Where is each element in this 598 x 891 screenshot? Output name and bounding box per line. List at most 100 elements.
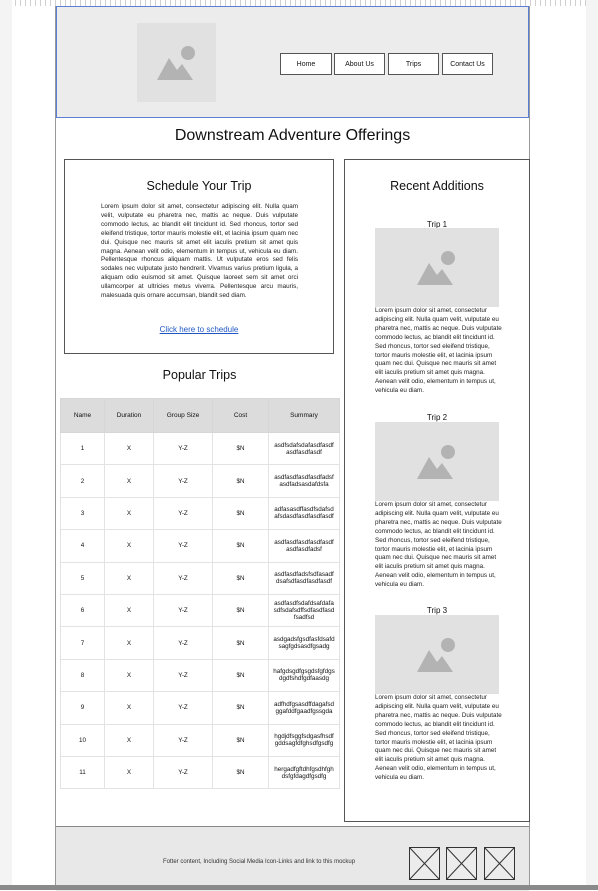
nav-trips[interactable]: Trips xyxy=(388,53,439,75)
column-header: Cost xyxy=(212,398,269,433)
cell-duration: X xyxy=(104,431,154,466)
cell-duration: X xyxy=(104,626,154,660)
column-header: Summary xyxy=(268,398,340,433)
table-row: 1 X Y-Z $N asdfsdafsdafasdfasdfasdfasdfasdf xyxy=(60,431,340,466)
cell-name: 11 xyxy=(60,755,105,790)
image-icon xyxy=(417,250,455,285)
cell-group: Y-Z xyxy=(153,723,213,757)
nav-about-us[interactable]: About Us xyxy=(334,53,385,75)
cell-group: Y-Z xyxy=(153,691,213,725)
schedule-link[interactable]: Click here to schedule xyxy=(65,325,333,334)
cell-group: Y-Z xyxy=(153,755,213,790)
cell-summary: asdfasdfadsfsdfasadfdsafsdfasdfasdfasdf xyxy=(268,561,340,595)
image-icon xyxy=(417,637,455,672)
column-header: Group Size xyxy=(153,398,213,433)
cell-summary: asdfasdfsdafdsafdafasdfsdafsdffsdfasdfas… xyxy=(268,593,340,628)
page-frame: Home About Us Trips Contact Us Downstrea… xyxy=(55,6,530,891)
cell-name: 3 xyxy=(60,496,105,531)
cell-group: Y-Z xyxy=(153,593,213,628)
trip-1-image xyxy=(375,228,499,307)
cell-cost: $N xyxy=(212,658,269,693)
table-row: 7 X Y-Z $N asdgadsfgsdfasfdsafdsagfgdsasdfgs… xyxy=(60,626,340,660)
cell-duration: X xyxy=(104,561,154,595)
column-header: Duration xyxy=(104,398,154,433)
cell-duration: X xyxy=(104,691,154,725)
cell-summary: hafgdsgdfgsgdsfgfdgsdgdfshdfgdfaasdg xyxy=(268,658,340,693)
cell-cost: $N xyxy=(212,431,269,466)
table-row: 3 X Y-Z $N adfasasdffasdfsdafsdafsdasdfasdfa… xyxy=(60,496,340,531)
trip-2-label: Trip 2 xyxy=(426,413,448,422)
cell-cost: $N xyxy=(212,626,269,660)
table-row: 10 X Y-Z $N hgdjdfsggfsdgasfhsdfgddsagfdfghs… xyxy=(60,723,340,757)
cell-summary: adfasasdffasdfsdafsdafsdasdfasdfasdfasdf xyxy=(268,496,340,531)
table-row: 4 X Y-Z $N asdfasdfasdfasdfasdfasdfasdfadsf xyxy=(60,529,340,563)
cell-group: Y-Z xyxy=(153,529,213,563)
cell-name: 10 xyxy=(60,723,105,757)
cell-cost: $N xyxy=(212,691,269,725)
bottom-scrollbar[interactable] xyxy=(0,885,598,890)
cell-summary: adfhdfgsasdffdagafsdggafddfgaadfgssgda xyxy=(268,691,340,725)
trip-2-text: Lorem ipsum dolor sit amet, consectetur … xyxy=(375,501,502,589)
schedule-box: Schedule Your Trip Lorem ipsum dolor sit… xyxy=(64,159,334,354)
right-margin xyxy=(586,0,598,890)
table-row: 11 X Y-Z $N hergadfgftdhfgsdhfghdsfgfdagdfgs… xyxy=(60,755,340,790)
footer: Fotter content, Including Social Media I… xyxy=(56,826,529,891)
cell-cost: $N xyxy=(212,593,269,628)
recent-additions-box: Recent Additions Trip 1 Lorem ipsum dolo… xyxy=(344,159,530,822)
table-header-row: Name Duration Group Size Cost Summary xyxy=(60,398,340,433)
cell-duration: X xyxy=(104,755,154,790)
schedule-title: Schedule Your Trip xyxy=(146,179,252,193)
cell-group: Y-Z xyxy=(153,431,213,466)
cell-summary: asdfasdfasdfasdfasdfasdfasdfadsf xyxy=(268,529,340,563)
header: Home About Us Trips Contact Us xyxy=(56,6,529,118)
trip-3-text: Lorem ipsum dolor sit amet, consectetur … xyxy=(375,694,502,782)
cell-name: 1 xyxy=(60,431,105,466)
cell-summary: asdfasdfasdfasdfadsfasdfadsasdafdsfa xyxy=(268,464,340,498)
recent-additions-title: Recent Additions xyxy=(390,179,484,193)
cell-summary: hgdjdfsggfsdgasfhsdfgddsagfdfghsdfgsdfg xyxy=(268,723,340,757)
cell-name: 2 xyxy=(60,464,105,498)
cell-cost: $N xyxy=(212,464,269,498)
table-row: 2 X Y-Z $N asdfasdfasdfasdfadsfasdfadsasdafd… xyxy=(60,464,340,498)
cell-duration: X xyxy=(104,593,154,628)
cell-name: 6 xyxy=(60,593,105,628)
cell-duration: X xyxy=(104,723,154,757)
trip-3-label: Trip 3 xyxy=(426,606,448,615)
cell-summary: asdfsdafsdafasdfasdfasdfasdfasdf xyxy=(268,431,340,466)
social-icon-1[interactable] xyxy=(409,847,440,880)
social-icon-3[interactable] xyxy=(484,847,515,880)
cell-cost: $N xyxy=(212,496,269,531)
cell-cost: $N xyxy=(212,529,269,563)
popular-trips-table: Name Duration Group Size Cost Summary 1X… xyxy=(60,398,340,790)
image-icon xyxy=(417,444,455,479)
cell-summary: asdgadsfgsdfasfdsafdsagfgdsasdfgsadg xyxy=(268,626,340,660)
popular-trips-title: Popular Trips xyxy=(162,368,237,382)
trip-1-text: Lorem ipsum dolor sit amet, consectetur … xyxy=(375,307,502,395)
table-row: 6 X Y-Z $N asdfasdfsdafdsafdafasdfsdafsdffsd… xyxy=(60,593,340,628)
schedule-text: Lorem ipsum dolor sit amet, consectetur … xyxy=(101,203,298,300)
footer-text: Fotter content, Including Social Media I… xyxy=(163,859,356,865)
cell-cost: $N xyxy=(212,561,269,595)
table-row: 5 X Y-Z $N asdfasdfadsfsdfasadfdsafsdfasdfas… xyxy=(60,561,340,595)
cell-duration: X xyxy=(104,496,154,531)
cell-duration: X xyxy=(104,464,154,498)
trip-3-image xyxy=(375,615,499,694)
cell-name: 4 xyxy=(60,529,105,563)
cell-group: Y-Z xyxy=(153,658,213,693)
image-icon xyxy=(156,45,195,80)
trip-2-image xyxy=(375,422,499,501)
cell-group: Y-Z xyxy=(153,496,213,531)
cell-duration: X xyxy=(104,529,154,563)
left-margin xyxy=(0,0,12,890)
cell-group: Y-Z xyxy=(153,464,213,498)
nav-home[interactable]: Home xyxy=(280,53,332,75)
column-header: Name xyxy=(60,398,105,433)
table-row: 8 X Y-Z $N hafgdsgdfgsgdsfgfdgsdgdfshdfgdfaa… xyxy=(60,658,340,693)
table-row: 9 X Y-Z $N adfhdfgsasdffdagafsdggafddfgaadfg… xyxy=(60,691,340,725)
cell-name: 7 xyxy=(60,626,105,660)
nav-contact-us[interactable]: Contact Us xyxy=(442,53,493,75)
cell-name: 8 xyxy=(60,658,105,693)
social-icon-2[interactable] xyxy=(446,847,477,880)
cell-cost: $N xyxy=(212,755,269,790)
logo-placeholder xyxy=(137,23,216,102)
